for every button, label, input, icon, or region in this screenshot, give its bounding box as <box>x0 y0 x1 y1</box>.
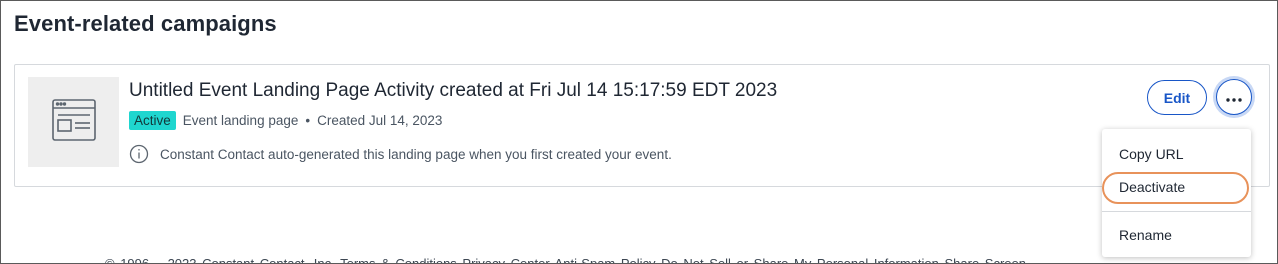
status-badge: Active <box>129 111 176 130</box>
menu-item-copy-url[interactable]: Copy URL <box>1119 146 1184 162</box>
landing-page-icon <box>51 98 96 146</box>
campaign-thumbnail <box>28 77 119 167</box>
section-title: Event-related campaigns <box>14 11 277 36</box>
page-frame: Event-related campaigns Untitled Event L… <box>0 0 1278 264</box>
campaign-note: Constant Contact auto-generated this lan… <box>129 144 672 164</box>
ellipsis-icon <box>1226 90 1242 105</box>
campaign-created: Created Jul 14, 2023 <box>317 113 443 128</box>
campaign-title[interactable]: Untitled Event Landing Page Activity cre… <box>129 80 777 102</box>
info-icon <box>129 144 149 164</box>
note-text: Constant Contact auto-generated this lan… <box>160 146 672 162</box>
meta-separator: • <box>305 113 311 128</box>
more-actions-button[interactable] <box>1216 79 1252 115</box>
menu-item-deactivate[interactable]: Deactivate <box>1119 179 1185 195</box>
campaign-card: Untitled Event Landing Page Activity cre… <box>14 64 1270 187</box>
menu-divider <box>1102 211 1251 212</box>
campaign-type: Event landing page <box>182 113 299 128</box>
actions-menu: Copy URL Deactivate Rename <box>1102 129 1251 257</box>
menu-item-rename[interactable]: Rename <box>1119 227 1172 243</box>
footer-links[interactable]: © 1996 – 2023 Constant Contact, Inc. Ter… <box>105 256 1026 263</box>
edit-button[interactable]: Edit <box>1147 80 1207 115</box>
campaign-meta: Active Event landing page • Created Jul … <box>129 111 442 130</box>
